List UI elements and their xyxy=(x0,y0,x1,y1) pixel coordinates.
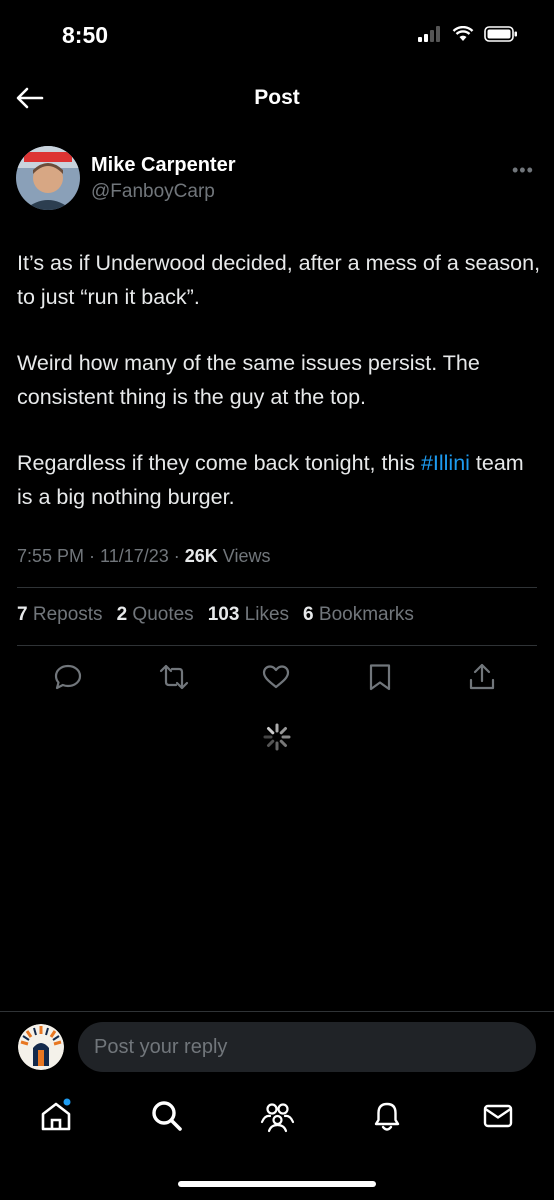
divider xyxy=(17,587,537,588)
tweet-text-segment: Regardless if they come back tonight, th… xyxy=(17,451,421,475)
avatar[interactable] xyxy=(16,146,80,210)
bookmarks-stat[interactable]: 6 Bookmarks xyxy=(303,604,414,626)
views-label: Views xyxy=(217,546,271,566)
messages-icon[interactable] xyxy=(480,1098,516,1134)
repost-icon[interactable] xyxy=(159,662,189,692)
tweet-text: It’s as if Underwood decided, after a me… xyxy=(17,246,542,546)
battery-icon xyxy=(484,26,517,42)
tweet-paragraph: It’s as if Underwood decided, after a me… xyxy=(17,251,541,309)
tweet-meta: 7:55 PM · 11/17/23 · 26K Views xyxy=(17,546,271,567)
reposts-stat[interactable]: 7 Reposts xyxy=(17,604,103,626)
wifi-icon xyxy=(452,26,474,41)
divider xyxy=(17,645,537,646)
like-icon[interactable] xyxy=(261,662,291,692)
reply-input[interactable] xyxy=(78,1022,536,1072)
hashtag-link[interactable]: #Illini xyxy=(421,451,470,475)
bookmark-icon[interactable] xyxy=(365,662,395,692)
quotes-stat[interactable]: 2 Quotes xyxy=(117,604,194,626)
notifications-icon[interactable] xyxy=(369,1098,405,1134)
tweet-paragraph: Weird how many of the same issues persis… xyxy=(17,351,480,409)
likes-stat[interactable]: 103 Likes xyxy=(208,604,289,626)
author-name[interactable]: Mike Carpenter xyxy=(91,154,236,177)
signal-icon xyxy=(418,26,440,42)
more-icon[interactable]: ••• xyxy=(512,160,534,181)
tweet-actions xyxy=(0,662,554,696)
author-handle[interactable]: @FanboyCarp xyxy=(91,181,215,203)
reply-icon[interactable] xyxy=(53,662,83,692)
divider xyxy=(0,1011,554,1012)
loading-spinner xyxy=(263,723,291,751)
communities-icon[interactable] xyxy=(259,1098,295,1134)
status-time: 8:50 xyxy=(62,22,109,48)
home-icon[interactable] xyxy=(38,1098,74,1134)
engagement-stats: 7 Reposts 2 Quotes 103 Likes 6 Bookmarks xyxy=(17,604,414,626)
search-icon[interactable] xyxy=(149,1098,185,1134)
tweet-paragraph: Regardless if they come back tonight, th… xyxy=(17,446,542,514)
home-indicator xyxy=(178,1181,376,1187)
views-count: 26K xyxy=(184,546,218,566)
share-icon[interactable] xyxy=(467,662,497,692)
page-title: Post xyxy=(254,86,300,109)
status-icons xyxy=(418,26,518,42)
user-avatar[interactable] xyxy=(18,1024,64,1070)
tweet-timestamp: 7:55 PM · 11/17/23 · xyxy=(17,546,185,566)
